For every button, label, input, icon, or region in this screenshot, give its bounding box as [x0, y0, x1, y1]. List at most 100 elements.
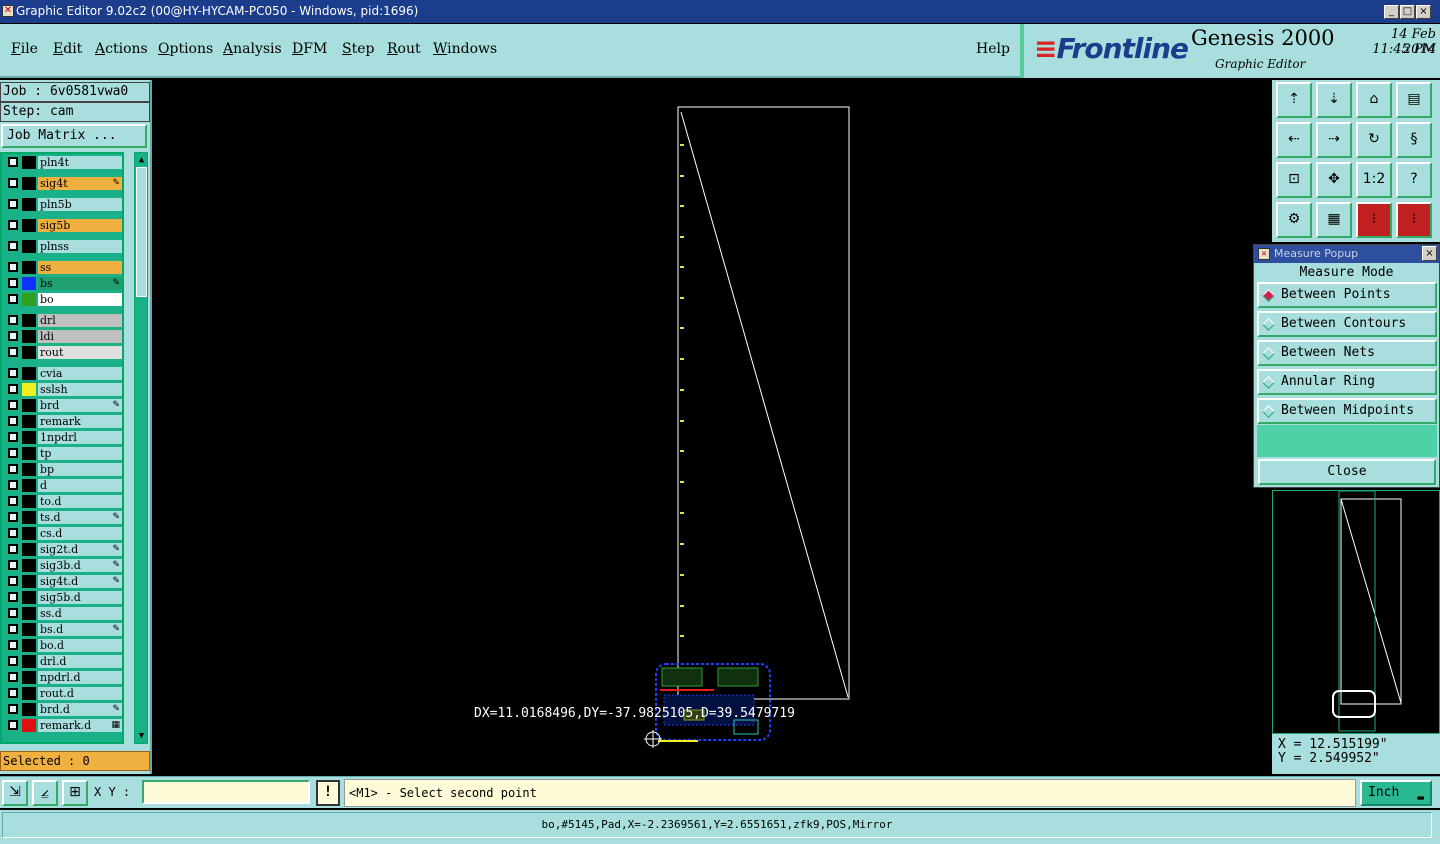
- layer-name[interactable]: ts.d ✎: [38, 511, 122, 524]
- layer-checkbox[interactable]: [8, 560, 18, 570]
- layer-name[interactable]: bs.d ✎: [38, 623, 122, 636]
- menu-help[interactable]: Help: [976, 41, 1010, 57]
- layer-row-rout[interactable]: rout: [4, 346, 122, 359]
- layer-checkbox[interactable]: [8, 640, 18, 650]
- layer-color-swatch[interactable]: [22, 607, 36, 620]
- layer-name[interactable]: bp: [38, 463, 122, 476]
- mode-between-points[interactable]: Between Points: [1257, 282, 1437, 308]
- home-view-icon[interactable]: ⌂: [1356, 82, 1392, 118]
- layer-row-ss[interactable]: ss: [4, 261, 122, 274]
- grid-snap-icon[interactable]: ⊞: [62, 780, 88, 806]
- layer-color-swatch[interactable]: [22, 399, 36, 412]
- layer-row-sig3b-d[interactable]: sig3b.d ✎: [4, 559, 122, 572]
- layer-name[interactable]: ss: [38, 261, 122, 274]
- layer-name[interactable]: sig5b: [38, 219, 122, 232]
- layer-checkbox[interactable]: [8, 656, 18, 666]
- layer-row-sslsh[interactable]: sslsh: [4, 383, 122, 396]
- layer-row-rout-d[interactable]: rout.d: [4, 687, 122, 700]
- layer-row-remark-d[interactable]: remark.d ▦: [4, 719, 122, 732]
- help-icon[interactable]: ?: [1396, 162, 1432, 198]
- layer-color-swatch[interactable]: [22, 177, 36, 190]
- layer-row-ss-d[interactable]: ss.d: [4, 607, 122, 620]
- menu-analysis[interactable]: Analysis: [223, 41, 282, 57]
- layer-checkbox[interactable]: [8, 672, 18, 682]
- mode-between-midpoints[interactable]: Between Midpoints: [1257, 398, 1437, 424]
- layer-name[interactable]: bo: [38, 293, 122, 306]
- layer-scrollbar[interactable]: ▲ ▼: [134, 152, 148, 744]
- layer-checkbox[interactable]: [8, 241, 18, 251]
- zoom-fit-icon[interactable]: ⊡: [1276, 162, 1312, 198]
- exclamation-button[interactable]: !: [316, 780, 340, 806]
- zoom-home-icon[interactable]: ⇡: [1276, 82, 1312, 118]
- layer-color-swatch[interactable]: [22, 277, 36, 290]
- layer-name[interactable]: bs ✎: [38, 277, 122, 290]
- layer-name[interactable]: cs.d: [38, 527, 122, 540]
- layer-color-swatch[interactable]: [22, 447, 36, 460]
- layer-row-tp[interactable]: tp: [4, 447, 122, 460]
- layer-row-bp[interactable]: bp: [4, 463, 122, 476]
- xy-view-icon[interactable]: ▤: [1396, 82, 1432, 118]
- layer-color-swatch[interactable]: [22, 527, 36, 540]
- layer-color-swatch[interactable]: [22, 543, 36, 556]
- scroll-up-icon[interactable]: ▲: [136, 155, 147, 165]
- layer-checkbox[interactable]: [8, 592, 18, 602]
- job-matrix-button[interactable]: Job Matrix ...: [1, 124, 147, 148]
- layer-checkbox[interactable]: [8, 315, 18, 325]
- layer-name[interactable]: cvia: [38, 367, 122, 380]
- layer-name[interactable]: bo.d: [38, 639, 122, 652]
- layer-checkbox[interactable]: [8, 368, 18, 378]
- grid-icon[interactable]: ▦: [1316, 202, 1352, 238]
- snap-arrow-icon[interactable]: ⦤: [32, 780, 58, 806]
- layer-color-swatch[interactable]: [22, 156, 36, 169]
- menu-dfm[interactable]: DFM: [292, 41, 327, 57]
- layer-row-npdrl-d[interactable]: npdrl.d: [4, 671, 122, 684]
- layer-row-drl-d[interactable]: drl.d: [4, 655, 122, 668]
- layer-checkbox[interactable]: [8, 496, 18, 506]
- layer-color-swatch[interactable]: [22, 719, 36, 732]
- layer-row-1npdrl[interactable]: 1npdrl: [4, 431, 122, 444]
- layer-color-swatch[interactable]: [22, 511, 36, 524]
- layer-name[interactable]: brd ✎: [38, 399, 122, 412]
- layer-checkbox[interactable]: [8, 464, 18, 474]
- layer-color-swatch[interactable]: [22, 240, 36, 253]
- popup-close-button[interactable]: Close: [1258, 459, 1436, 485]
- layer-name[interactable]: ss.d: [38, 607, 122, 620]
- layer-row-to-d[interactable]: to.d: [4, 495, 122, 508]
- menu-rout[interactable]: Rout: [387, 41, 421, 57]
- layer-name[interactable]: pln5b: [38, 198, 122, 211]
- layer-row-sig4t[interactable]: sig4t ✎: [4, 177, 122, 190]
- maximize-button[interactable]: □: [1400, 5, 1415, 19]
- layer-checkbox[interactable]: [8, 576, 18, 586]
- layer-color-swatch[interactable]: [22, 261, 36, 274]
- scroll-thumb[interactable]: [136, 167, 147, 297]
- layer-toggle-icon[interactable]: ⁝: [1356, 202, 1392, 238]
- layer-name[interactable]: drl: [38, 314, 122, 327]
- menu-file[interactable]: File: [11, 41, 38, 57]
- menu-windows[interactable]: Windows: [433, 41, 497, 57]
- layer-name[interactable]: sig5b.d: [38, 591, 122, 604]
- layer-checkbox[interactable]: [8, 432, 18, 442]
- layer-checkbox[interactable]: [8, 544, 18, 554]
- mode-between-contours[interactable]: Between Contours: [1257, 311, 1437, 337]
- layer-row-brd[interactable]: brd ✎: [4, 399, 122, 412]
- layer-checkbox[interactable]: [8, 720, 18, 730]
- layer-name[interactable]: to.d: [38, 495, 122, 508]
- menu-step[interactable]: Step: [342, 41, 374, 57]
- mode-between-nets[interactable]: Between Nets: [1257, 340, 1437, 366]
- graphic-canvas[interactable]: DX=11.0168496,DY=-37.9825105,D=39.547971…: [154, 80, 1270, 774]
- menu-edit[interactable]: Edit: [53, 41, 82, 57]
- layer-color-swatch[interactable]: [22, 346, 36, 359]
- layer-name[interactable]: npdrl.d: [38, 671, 122, 684]
- layer-toggle-alt-icon[interactable]: ⁝: [1396, 202, 1432, 238]
- layer-color-swatch[interactable]: [22, 367, 36, 380]
- layer-name[interactable]: remark: [38, 415, 122, 428]
- layer-color-swatch[interactable]: [22, 314, 36, 327]
- layer-color-swatch[interactable]: [22, 495, 36, 508]
- layer-row-plnss[interactable]: plnss: [4, 240, 122, 253]
- layer-name[interactable]: rout: [38, 346, 122, 359]
- layer-color-swatch[interactable]: [22, 415, 36, 428]
- layer-row-pln4t[interactable]: pln4t: [4, 156, 122, 169]
- layer-name[interactable]: brd.d ✎: [38, 703, 122, 716]
- layer-row-ts-d[interactable]: ts.d ✎: [4, 511, 122, 524]
- layer-row-bo[interactable]: bo: [4, 293, 122, 306]
